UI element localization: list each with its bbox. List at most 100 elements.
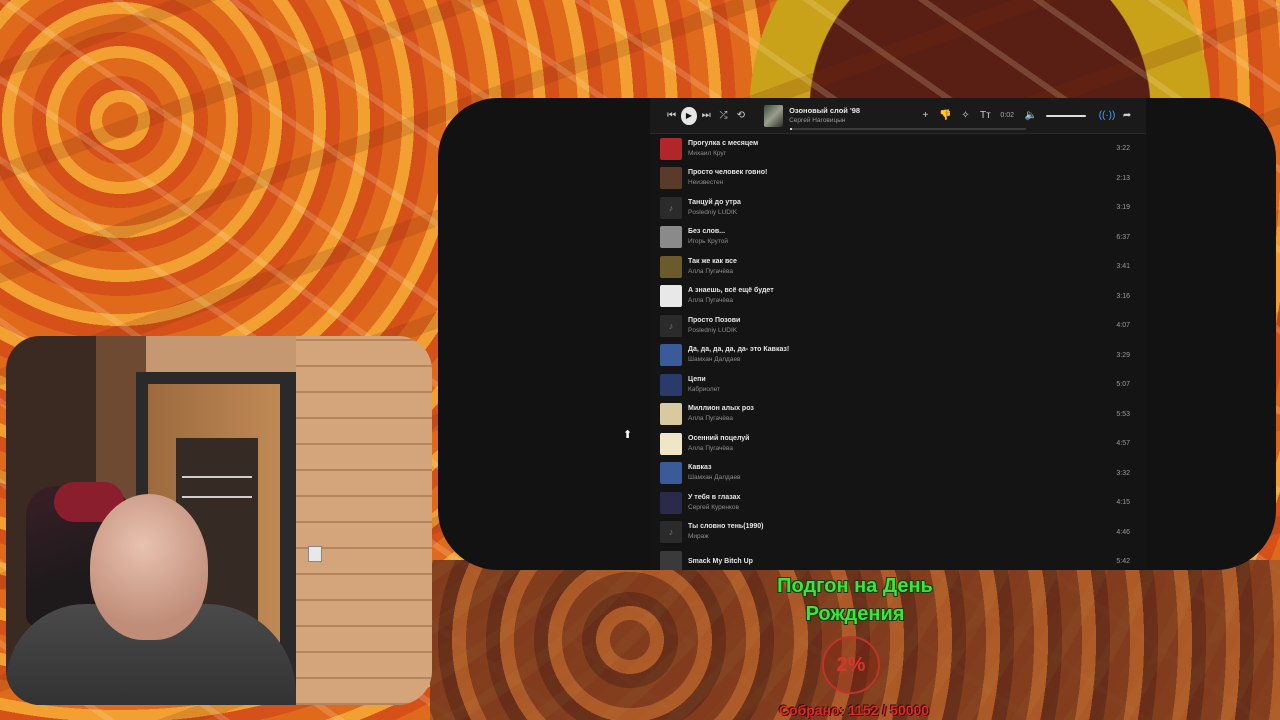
track-title[interactable]: Кавказ bbox=[688, 463, 741, 473]
share-icon[interactable]: ➦ bbox=[1118, 107, 1136, 125]
person-head bbox=[90, 494, 208, 640]
next-icon[interactable]: ⏭ bbox=[699, 107, 714, 125]
now-playing-title[interactable]: Озоновый слой '98 bbox=[789, 106, 916, 116]
track-row[interactable]: У тебя в глазах Сергей Куренков 4:15 bbox=[650, 488, 1146, 518]
track-row[interactable]: Без слов... Игорь Крутой 6:37 bbox=[650, 223, 1146, 253]
track-title[interactable]: Да, да, да, да, да- это Кавказ! bbox=[688, 345, 789, 355]
track-cover[interactable] bbox=[660, 285, 682, 308]
track-info: Ты словно тень(1990) Мираж bbox=[688, 522, 763, 542]
track-row[interactable]: А знаешь, всё ещё будет Алла Пугачёва 3:16 bbox=[650, 282, 1146, 312]
wood-wall bbox=[296, 336, 432, 705]
now-playing-artist[interactable]: Сергей Наговицын bbox=[789, 116, 916, 126]
track-artist[interactable]: Posledniy LUDIK bbox=[688, 326, 740, 336]
track-row[interactable]: Осенний поцелуй Алла Пугачёва 4:57 bbox=[650, 429, 1146, 459]
track-cover[interactable] bbox=[660, 255, 682, 278]
track-row[interactable]: ♪ Ты словно тень(1990) Мираж 4:46 bbox=[650, 518, 1146, 548]
track-artist[interactable]: Posledniy LUDIK bbox=[688, 208, 741, 218]
door-stripe bbox=[182, 496, 252, 498]
dislike-icon[interactable]: 👎 bbox=[936, 107, 954, 125]
track-row[interactable]: Прогулка с месяцем Михаил Круг 3:22 bbox=[650, 134, 1146, 164]
track-artist[interactable]: Шамхан Далдаев bbox=[688, 473, 741, 483]
track-cover[interactable]: ♪ bbox=[660, 196, 682, 219]
track-info: Кавказ Шамхан Далдаев bbox=[688, 463, 741, 483]
track-title[interactable]: Без слов... bbox=[688, 227, 728, 237]
track-title[interactable]: У тебя в глазах bbox=[688, 493, 740, 503]
now-playing-cover[interactable] bbox=[764, 104, 784, 127]
track-artist[interactable]: Алла Пугачёва bbox=[688, 267, 737, 277]
track-row[interactable]: Цепи Кабриолет 5:07 bbox=[650, 370, 1146, 400]
track-title[interactable]: Просто человек говно! bbox=[688, 168, 767, 178]
track-row[interactable]: ♪ Просто Позови Posledniy LUDIK 4:07 bbox=[650, 311, 1146, 341]
donation-goal-percent: 2% bbox=[836, 653, 866, 676]
track-cover[interactable] bbox=[660, 462, 682, 485]
track-artist[interactable]: Кабриолет bbox=[688, 385, 720, 395]
donation-goal-ring: 2% bbox=[822, 636, 880, 694]
track-cover[interactable] bbox=[660, 344, 682, 367]
track-artist[interactable]: Шамхан Далдаев bbox=[688, 355, 789, 365]
track-title[interactable]: Танцуй до утра bbox=[688, 198, 741, 208]
volume-slider[interactable] bbox=[1046, 114, 1087, 117]
track-cover[interactable] bbox=[660, 550, 682, 570]
track-title[interactable]: Цепи bbox=[688, 375, 720, 385]
track-cover[interactable] bbox=[660, 403, 682, 426]
previous-icon[interactable]: ⏮ bbox=[664, 107, 679, 125]
player-control-bar: ⏮ ▶ ⏭ ⤮ ⟲ Озоновый слой '98 Сергей Нагов… bbox=[650, 98, 1146, 134]
track-row[interactable]: Smack My Bitch Up 5:42 bbox=[650, 547, 1146, 570]
track-duration: 3:41 bbox=[1116, 263, 1130, 271]
track-title[interactable]: Просто Позови bbox=[688, 316, 740, 326]
track-cover[interactable] bbox=[660, 373, 682, 396]
repeat-icon[interactable]: ⟲ bbox=[733, 107, 748, 125]
play-button[interactable]: ▶ bbox=[681, 106, 697, 125]
lyrics-icon[interactable]: Tт bbox=[976, 107, 994, 125]
progress-fill bbox=[790, 128, 793, 130]
webcam-overlay bbox=[6, 336, 432, 705]
track-duration: 2:13 bbox=[1116, 174, 1130, 182]
track-row[interactable]: Так же как все Алла Пугачёва 3:41 bbox=[650, 252, 1146, 282]
track-artist[interactable]: Алла Пугачёва bbox=[688, 296, 774, 306]
track-cover[interactable] bbox=[660, 491, 682, 514]
music-player-window: ⏮ ▶ ⏭ ⤮ ⟲ Озоновый слой '98 Сергей Нагов… bbox=[438, 98, 1276, 570]
track-info: Smack My Bitch Up bbox=[688, 557, 753, 567]
track-duration: 5:42 bbox=[1116, 558, 1130, 566]
track-artist[interactable]: Мираж bbox=[688, 532, 763, 542]
track-title[interactable]: Миллион алых роз bbox=[688, 404, 754, 414]
track-title[interactable]: Smack My Bitch Up bbox=[688, 557, 753, 567]
track-cover[interactable] bbox=[660, 167, 682, 190]
track-row[interactable]: Да, да, да, да, да- это Кавказ! Шамхан Да… bbox=[650, 341, 1146, 371]
track-cover[interactable]: ♪ bbox=[660, 521, 682, 544]
track-duration: 4:15 bbox=[1116, 499, 1130, 507]
elapsed-time: 0:02 bbox=[1000, 112, 1015, 119]
track-title[interactable]: Осенний поцелуй bbox=[688, 434, 750, 444]
track-duration: 5:53 bbox=[1116, 410, 1130, 418]
star-icon[interactable]: ✧ bbox=[956, 107, 974, 125]
track-cover[interactable]: ♪ bbox=[660, 314, 682, 337]
broadcast-icon[interactable]: ((·)) bbox=[1098, 107, 1116, 125]
track-title[interactable]: Прогулка с месяцем bbox=[688, 139, 758, 149]
now-playing-info: Озоновый слой '98 Сергей Наговицын bbox=[789, 106, 916, 126]
track-artist[interactable]: Игорь Крутой bbox=[688, 237, 728, 247]
track-title[interactable]: А знаешь, всё ещё будет bbox=[688, 286, 774, 296]
track-title[interactable]: Ты словно тень(1990) bbox=[688, 522, 763, 532]
track-artist[interactable]: Алла Пугачёва bbox=[688, 414, 754, 424]
track-artist[interactable]: Неизвестен bbox=[688, 178, 767, 188]
track-artist[interactable]: Алла Пугачёва bbox=[688, 444, 750, 454]
track-cover[interactable] bbox=[660, 137, 682, 160]
track-row[interactable]: ♪ Танцуй до утра Posledniy LUDIK 3:19 bbox=[650, 193, 1146, 223]
volume-icon[interactable]: 🔈 bbox=[1022, 107, 1040, 125]
track-info: А знаешь, всё ещё будет Алла Пугачёва bbox=[688, 286, 774, 306]
track-duration: 6:37 bbox=[1116, 233, 1130, 241]
track-cover[interactable] bbox=[660, 432, 682, 455]
track-artist[interactable]: Михаил Круг bbox=[688, 149, 758, 159]
track-artist[interactable]: Сергей Куренков bbox=[688, 503, 740, 513]
add-icon[interactable]: + bbox=[916, 107, 934, 125]
track-row[interactable]: Кавказ Шамхан Далдаев 3:32 bbox=[650, 459, 1146, 489]
shuffle-icon[interactable]: ⤮ bbox=[716, 107, 731, 125]
track-row[interactable]: Миллион алых роз Алла Пугачёва 5:53 bbox=[650, 400, 1146, 430]
track-info: Цепи Кабриолет bbox=[688, 375, 720, 395]
progress-bar[interactable] bbox=[790, 128, 1026, 130]
track-duration: 3:22 bbox=[1116, 145, 1130, 153]
track-duration: 3:19 bbox=[1116, 204, 1130, 212]
track-cover[interactable] bbox=[660, 226, 682, 249]
track-title[interactable]: Так же как все bbox=[688, 257, 737, 267]
track-row[interactable]: Просто человек говно! Неизвестен 2:13 bbox=[650, 164, 1146, 194]
